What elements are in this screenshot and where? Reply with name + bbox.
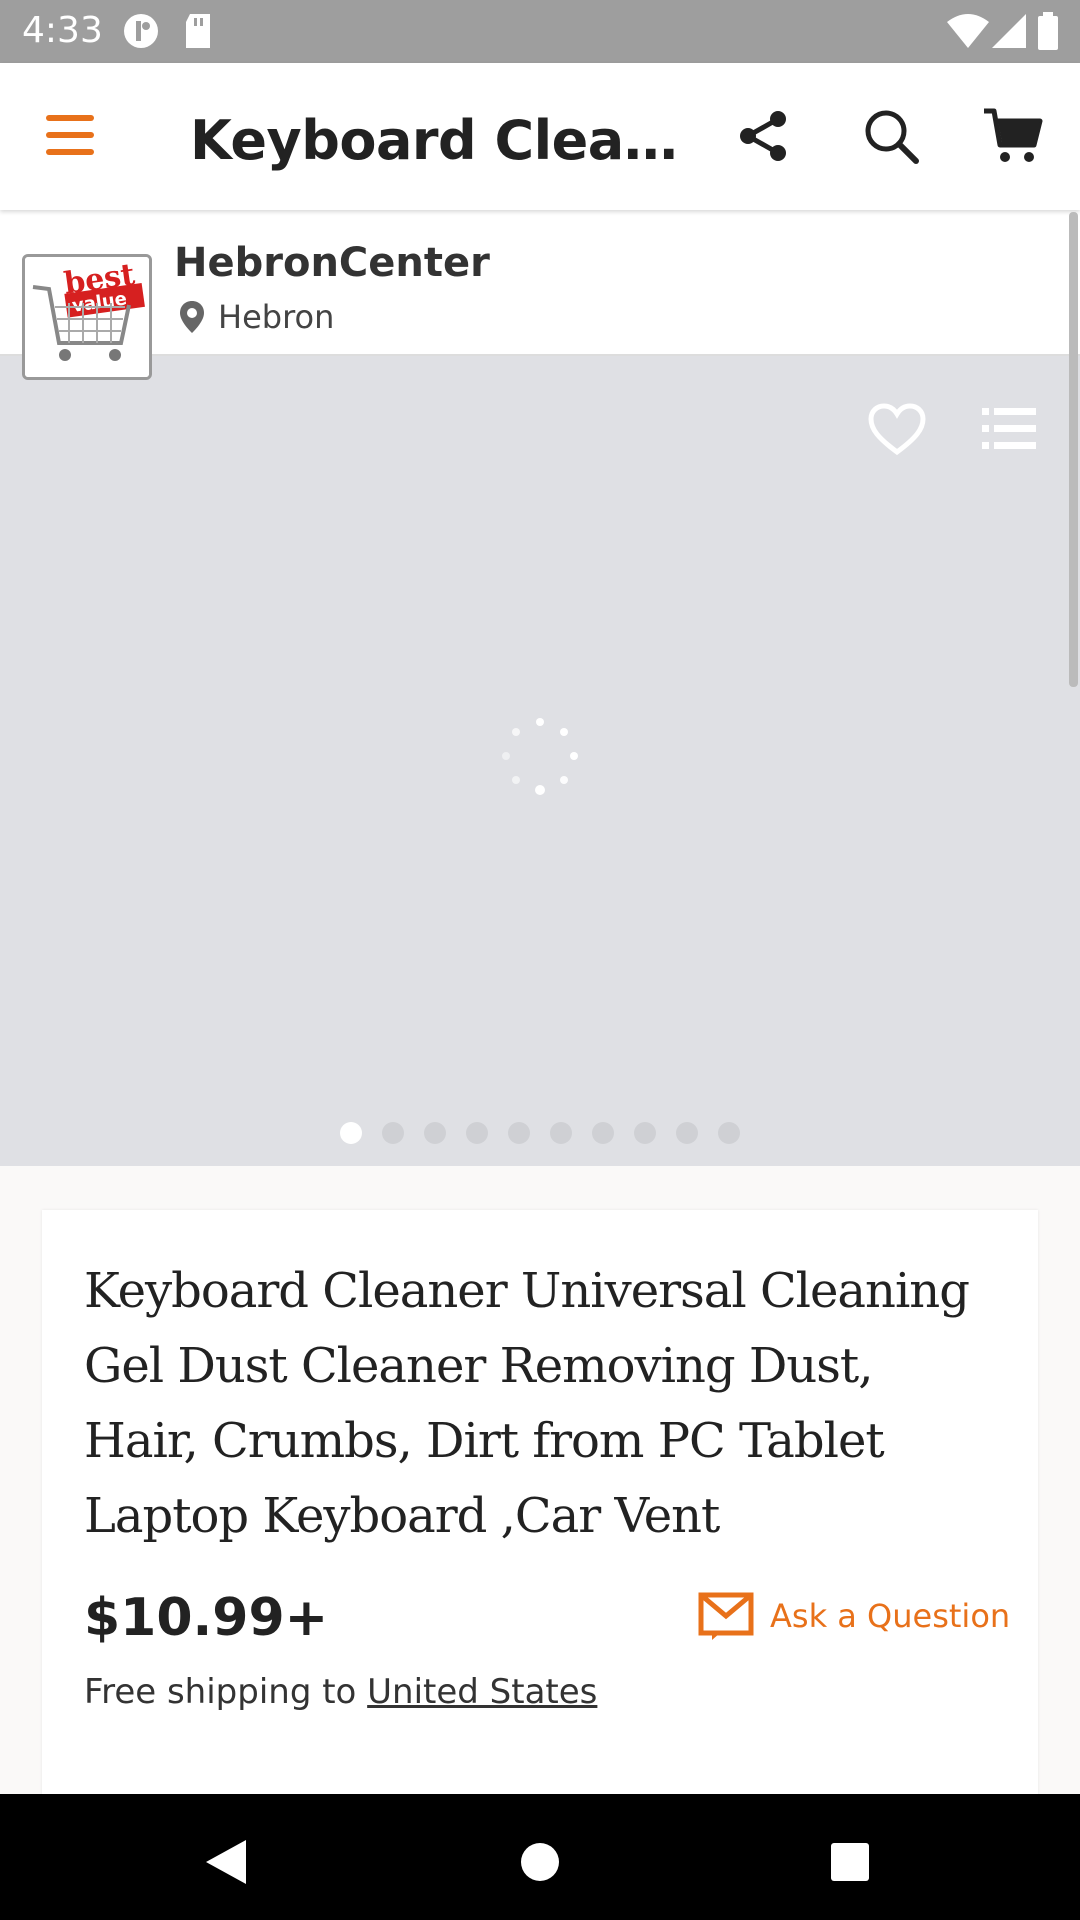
scrollbar[interactable] (1069, 212, 1078, 687)
gallery-dot[interactable] (550, 1122, 572, 1144)
home-icon[interactable] (510, 1832, 570, 1892)
location-pin-icon (180, 301, 204, 333)
mail-icon (698, 1592, 754, 1640)
share-icon[interactable] (728, 101, 798, 171)
search-icon[interactable] (856, 101, 926, 171)
gallery-dot[interactable] (634, 1122, 656, 1144)
recents-icon[interactable] (820, 1832, 880, 1892)
favorite-heart-icon[interactable] (862, 394, 932, 464)
gallery-dot[interactable] (340, 1122, 362, 1144)
cart-icon[interactable] (978, 101, 1048, 171)
loading-spinner-icon (500, 716, 580, 796)
ask-question-button[interactable]: Ask a Question (698, 1592, 1010, 1640)
shop-location-label: Hebron (218, 298, 335, 336)
battery-icon (1036, 12, 1060, 55)
gallery-pagination (0, 1122, 1080, 1144)
shop-location: Hebron (180, 298, 334, 336)
gallery-dot[interactable] (466, 1122, 488, 1144)
shop-logo[interactable]: best value (22, 254, 152, 380)
ask-question-label[interactable]: Ask a Question (770, 1597, 1010, 1635)
system-nav-bar (0, 1794, 1080, 1920)
status-time: 4:33 (22, 10, 103, 51)
gallery-dot[interactable] (424, 1122, 446, 1144)
shipping-prefix: Free shipping to (84, 1672, 368, 1712)
product-image-gallery[interactable] (0, 356, 1080, 1166)
gallery-dot[interactable] (676, 1122, 698, 1144)
page-title: Keyboard Cleane... (190, 109, 680, 172)
shop-header[interactable]: best value HebronCenter Hebron (0, 210, 1080, 380)
shipping-info: Free shipping to United States (84, 1672, 597, 1712)
gallery-dot[interactable] (592, 1122, 614, 1144)
wifi-icon (946, 12, 990, 55)
sd-card-icon (182, 12, 214, 55)
gallery-dot[interactable] (718, 1122, 740, 1144)
status-bar: 4:33 (0, 0, 1080, 63)
app-bar: Keyboard Cleane... (0, 63, 1080, 210)
back-icon[interactable] (196, 1832, 256, 1892)
notification-icon (122, 12, 160, 55)
add-to-list-icon[interactable] (974, 394, 1044, 464)
cell-signal-icon (990, 12, 1028, 55)
shipping-country-link[interactable]: United States (367, 1672, 597, 1712)
product-details-card: Keyboard Cleaner Universal Cleaning Gel … (42, 1210, 1038, 1810)
gallery-dot[interactable] (382, 1122, 404, 1144)
gallery-dot[interactable] (508, 1122, 530, 1144)
product-price: $10.99+ (84, 1588, 329, 1648)
menu-icon[interactable] (46, 115, 98, 155)
product-title: Keyboard Cleaner Universal Cleaning Gel … (84, 1263, 970, 1544)
shop-name[interactable]: HebronCenter (174, 240, 490, 286)
